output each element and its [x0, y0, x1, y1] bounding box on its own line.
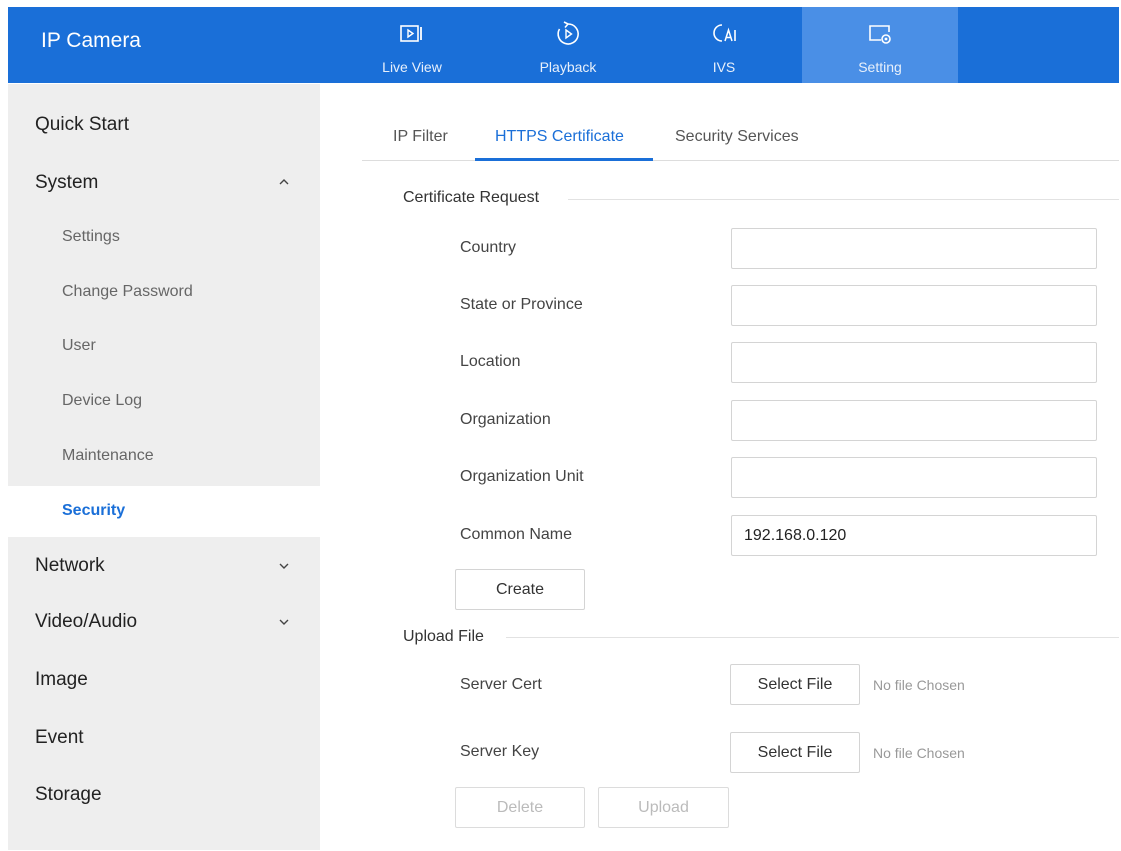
label-organization-unit: Organization Unit [460, 468, 584, 485]
nav-ivs[interactable]: IVS [646, 7, 802, 83]
label-server-key: Server Key [460, 743, 540, 760]
live-view-icon [400, 25, 422, 42]
label-country: Country [460, 239, 517, 256]
nav-setting[interactable]: Setting [802, 7, 958, 83]
server-cert-file-status: No file Chosen [873, 677, 965, 693]
label-location: Location [460, 353, 521, 370]
sidebar-sub-security[interactable]: Security [62, 502, 125, 520]
app-title: IP Camera [41, 29, 141, 52]
top-bar: IP Camera Live View Playback IVS Setting [8, 7, 1119, 83]
label-state-province: State or Province [460, 296, 583, 313]
upload-button[interactable]: Upload [598, 787, 729, 828]
nav-live-view-label: Live View [382, 59, 442, 75]
sidebar-sub-maintenance[interactable]: Maintenance [62, 447, 154, 465]
section-title-certificate-request: Certificate Request [403, 189, 540, 206]
nav-playback-label: Playback [539, 59, 597, 75]
nav-live-view[interactable]: Live View [334, 7, 490, 83]
delete-button[interactable]: Delete [455, 787, 585, 828]
common-name-input[interactable] [731, 515, 1097, 556]
organization-input[interactable] [731, 400, 1097, 441]
section-divider [506, 637, 1119, 638]
country-input[interactable] [731, 228, 1097, 269]
nav-playback[interactable]: Playback [490, 7, 646, 83]
state-province-input[interactable] [731, 285, 1097, 326]
label-server-cert: Server Cert [460, 676, 542, 693]
sidebar-item-system[interactable]: System [35, 172, 98, 194]
location-input[interactable] [731, 342, 1097, 383]
tab-security-services[interactable]: Security Services [675, 128, 799, 146]
chevron-up-icon[interactable] [278, 176, 290, 188]
label-organization: Organization [460, 411, 551, 428]
nav-ivs-label: IVS [712, 59, 736, 75]
sidebar-sub-device-log[interactable]: Device Log [62, 392, 142, 410]
sidebar-sub-change-password[interactable]: Change Password [62, 283, 193, 301]
tab-ip-filter[interactable]: IP Filter [393, 128, 448, 146]
server-key-file-status: No file Chosen [873, 745, 965, 761]
sidebar-item-quick-start[interactable]: Quick Start [35, 114, 129, 136]
sidebar-item-event[interactable]: Event [35, 727, 84, 749]
select-file-server-key-button[interactable]: Select File [730, 732, 860, 773]
sidebar-item-storage[interactable]: Storage [35, 784, 102, 806]
chevron-down-icon[interactable] [278, 560, 290, 572]
organization-unit-input[interactable] [731, 457, 1097, 498]
sidebar-item-video-audio[interactable]: Video/Audio [35, 611, 137, 633]
ivs-ai-icon [713, 24, 736, 42]
section-divider [568, 199, 1119, 200]
select-file-server-cert-button[interactable]: Select File [730, 664, 860, 705]
tab-https-certificate[interactable]: HTTPS Certificate [495, 128, 624, 146]
sidebar-sub-user[interactable]: User [62, 337, 96, 355]
chevron-down-icon[interactable] [278, 616, 290, 628]
sidebar-item-image[interactable]: Image [35, 669, 88, 691]
section-title-upload-file: Upload File [403, 628, 484, 645]
nav-setting-label: Setting [858, 59, 902, 75]
create-button[interactable]: Create [455, 569, 585, 610]
label-common-name: Common Name [460, 526, 573, 543]
sidebar-sub-settings[interactable]: Settings [62, 228, 120, 246]
sidebar-item-network[interactable]: Network [35, 555, 105, 577]
playback-icon [557, 21, 579, 45]
active-tab-indicator [475, 158, 653, 161]
setting-icon [869, 25, 891, 44]
sidebar-active-row [8, 486, 320, 537]
